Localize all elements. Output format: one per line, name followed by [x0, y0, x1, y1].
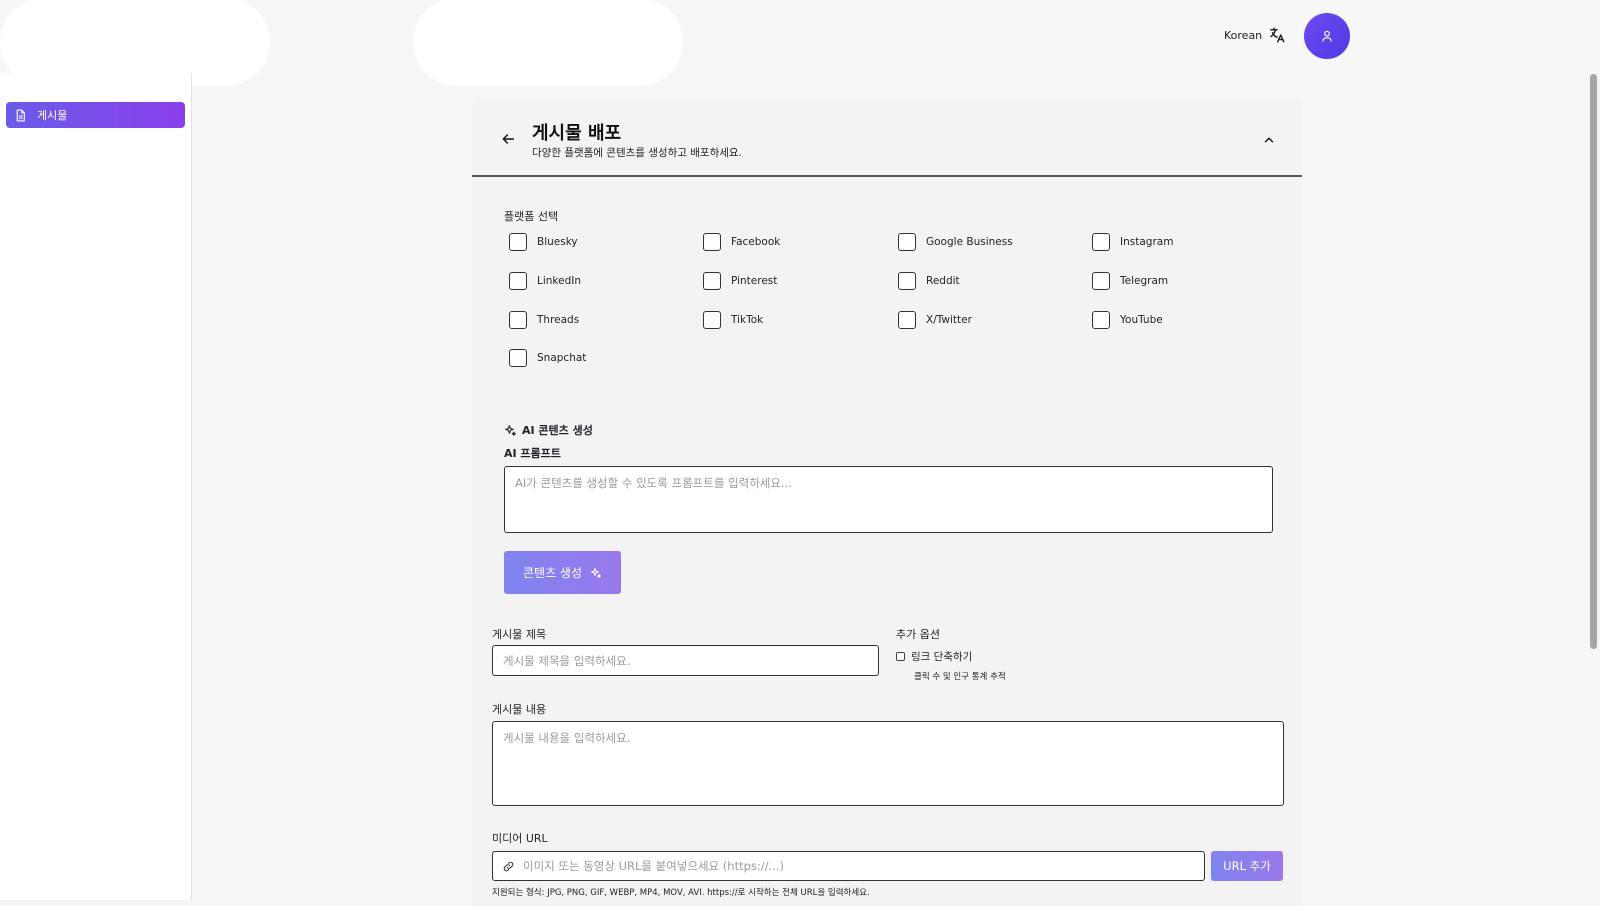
post-content-label: 게시물 내용 — [492, 703, 547, 716]
checkbox[interactable] — [703, 311, 721, 329]
shorten-link-hint: 클릭 수 및 인구 통계 추적 — [914, 672, 1006, 682]
sparkles-icon — [591, 567, 601, 578]
sidebar-item-posts[interactable]: 게시물 — [6, 102, 185, 128]
platform-checkbox-linkedin[interactable]: LinkedIn — [509, 272, 581, 290]
post-distribution-panel: 게시물 배포 다양한 플랫폼에 콘텐츠를 생성하고 배포하세요. 플랫폼 선택 … — [472, 101, 1302, 906]
header-placeholder-center — [413, 0, 683, 86]
shorten-link-checkbox[interactable]: 링크 단축하기 — [896, 649, 972, 664]
page-scrollbar[interactable] — [1590, 74, 1597, 649]
media-format-hint: 지원되는 형식: JPG, PNG, GIF, WEBP, MP4, MOV, … — [492, 888, 870, 898]
platform-checkbox-google-business[interactable]: Google Business — [898, 233, 1013, 251]
checkbox[interactable] — [509, 311, 527, 329]
post-content-input[interactable]: 게시물 내용을 입력하세요. — [492, 721, 1284, 806]
platform-select-label: 플랫폼 선택 — [504, 210, 559, 223]
add-url-button[interactable]: URL 추가 — [1211, 851, 1283, 881]
post-title-input[interactable]: 게시물 제목을 입력하세요. — [492, 645, 879, 676]
checkbox[interactable] — [898, 233, 916, 251]
platform-checkbox-threads[interactable]: Threads — [509, 311, 579, 329]
media-url-input[interactable]: 이미지 또는 동영상 URL을 붙여넣으세요 (https://...) — [492, 851, 1205, 881]
checkbox[interactable] — [898, 311, 916, 329]
sidebar: 게시물 — [0, 73, 192, 900]
checkbox[interactable] — [509, 272, 527, 290]
platform-checkbox-youtube[interactable]: YouTube — [1092, 311, 1163, 329]
back-arrow-icon[interactable] — [500, 131, 516, 147]
generate-content-button[interactable]: 콘텐츠 생성 — [504, 551, 621, 594]
checkbox[interactable] — [509, 349, 527, 367]
user-icon — [1322, 30, 1332, 42]
language-switcher[interactable]: Korean — [1224, 26, 1286, 44]
platform-checkbox-reddit[interactable]: Reddit — [898, 272, 960, 290]
document-icon — [16, 109, 25, 121]
translate-icon — [1270, 27, 1285, 43]
ai-section-title: AI 콘텐츠 생성 — [504, 422, 593, 438]
page-title: 게시물 배포 — [532, 123, 622, 144]
link-icon — [503, 861, 514, 871]
chevron-up-icon[interactable] — [1262, 133, 1276, 147]
checkbox[interactable] — [898, 272, 916, 290]
checkbox[interactable] — [1092, 311, 1110, 329]
checkbox[interactable] — [703, 272, 721, 290]
checkbox[interactable] — [1092, 233, 1110, 251]
avatar[interactable] — [1304, 13, 1350, 59]
page-subtitle: 다양한 플랫폼에 콘텐츠를 생성하고 배포하세요. — [532, 147, 742, 159]
platform-checkbox-facebook[interactable]: Facebook — [703, 233, 780, 251]
post-title-label: 게시물 제목 — [492, 628, 547, 641]
media-url-label: 미디어 URL — [492, 832, 548, 845]
ai-prompt-label: AI 프롬프트 — [504, 447, 561, 460]
extra-options-label: 추가 옵션 — [896, 628, 940, 641]
language-label: Korean — [1224, 28, 1263, 42]
ai-prompt-input[interactable]: AI가 콘텐츠를 생성할 수 있도록 프롬프트를 입력하세요... — [504, 466, 1273, 533]
platform-checkbox-bluesky[interactable]: Bluesky — [509, 233, 578, 251]
panel-header: 게시물 배포 다양한 플랫폼에 콘텐츠를 생성하고 배포하세요. — [472, 101, 1302, 177]
platform-checkbox-pinterest[interactable]: Pinterest — [703, 272, 777, 290]
top-bar: Korean — [0, 0, 1600, 86]
platform-checkbox-telegram[interactable]: Telegram — [1092, 272, 1168, 290]
platform-checkbox-instagram[interactable]: Instagram — [1092, 233, 1173, 251]
platform-checkbox-x-twitter[interactable]: X/Twitter — [898, 311, 972, 329]
platform-checkbox-tiktok[interactable]: TikTok — [703, 311, 763, 329]
checkbox[interactable] — [896, 652, 905, 661]
sparkles-icon — [505, 424, 516, 436]
platform-checkbox-snapchat[interactable]: Snapchat — [509, 349, 586, 367]
sidebar-item-label: 게시물 — [37, 109, 68, 122]
checkbox[interactable] — [509, 233, 527, 251]
checkbox[interactable] — [1092, 272, 1110, 290]
checkbox[interactable] — [703, 233, 721, 251]
